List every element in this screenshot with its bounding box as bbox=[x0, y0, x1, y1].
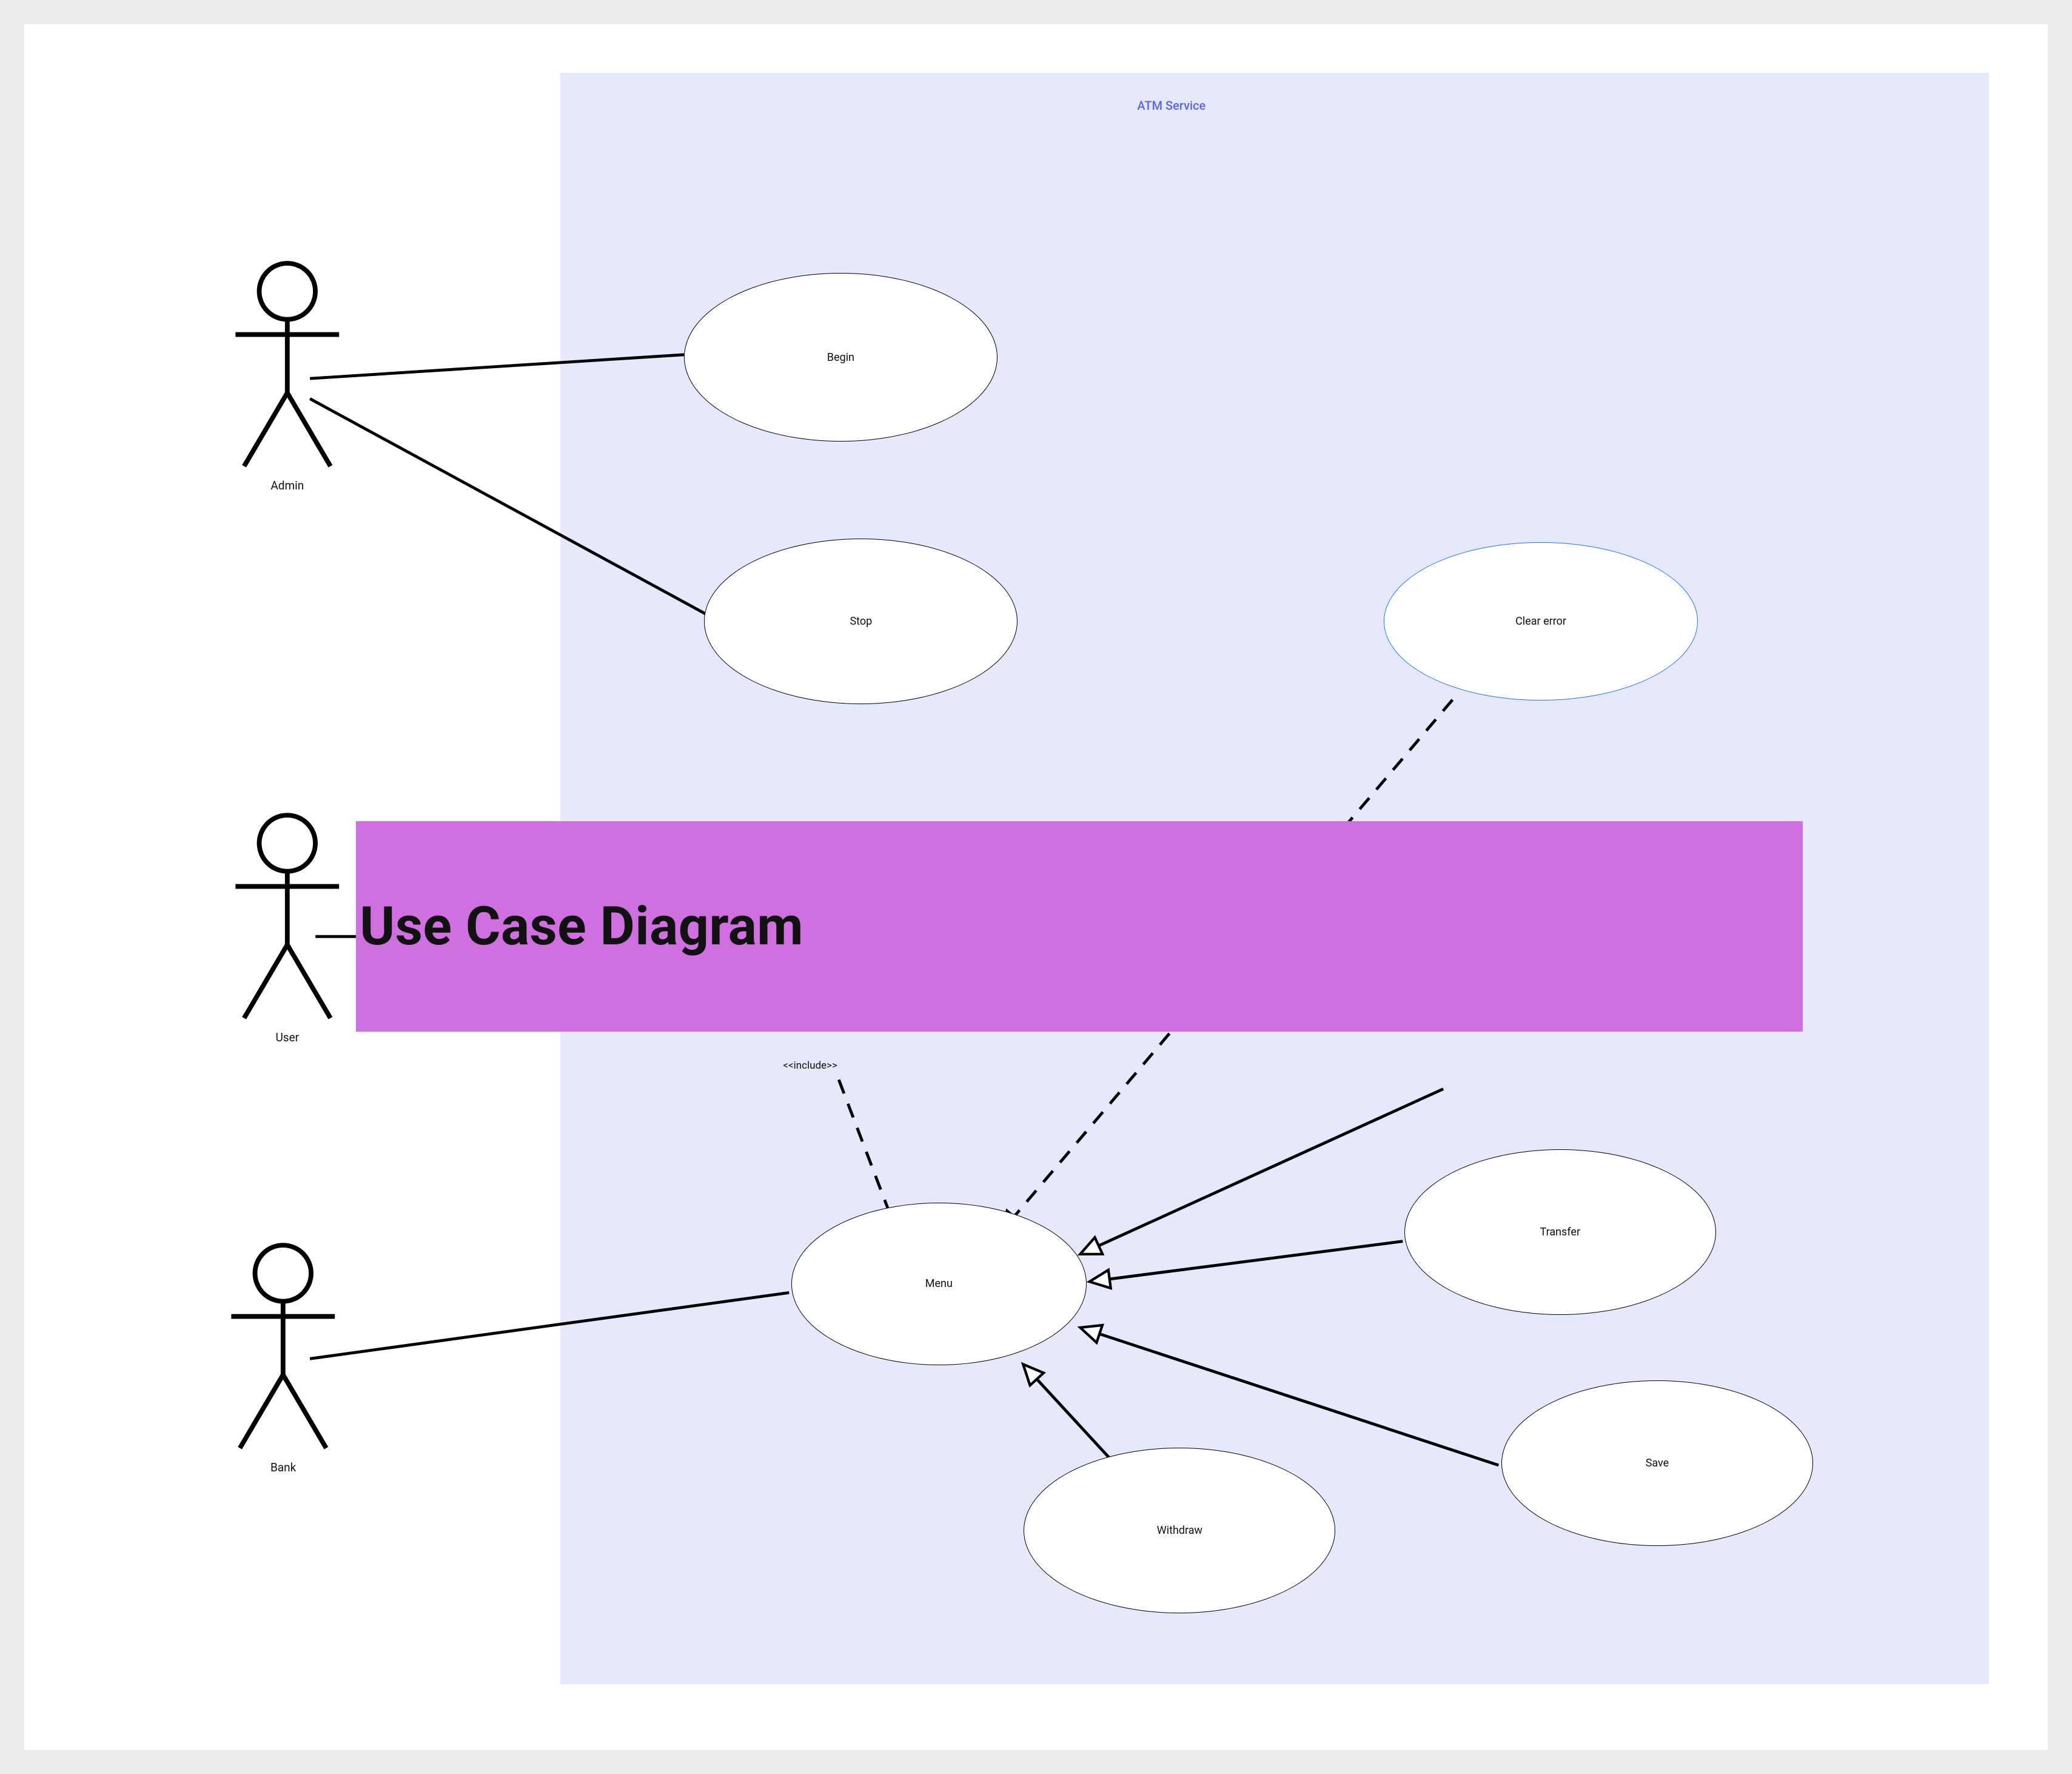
overlay-title-banner: Use Case Diagram bbox=[356, 821, 1803, 1032]
usecase-stop: Stop bbox=[704, 539, 1018, 704]
usecase-withdraw: Withdraw bbox=[1024, 1448, 1335, 1613]
diagram-canvas: ATM Service bbox=[24, 24, 2048, 1750]
usecase-save: Save bbox=[1501, 1380, 1813, 1546]
relation-include-label: <<include>> bbox=[783, 1060, 837, 1072]
actor-bank: Bank bbox=[218, 1241, 348, 1474]
usecase-begin: Begin bbox=[684, 273, 997, 442]
usecase-menu: Menu bbox=[791, 1203, 1087, 1365]
usecase-clear-error: Clear error bbox=[1384, 542, 1697, 701]
actor-user-label: User bbox=[223, 1030, 352, 1044]
usecase-transfer: Transfer bbox=[1404, 1149, 1716, 1315]
system-title-label: ATM Service bbox=[1137, 98, 1205, 113]
actor-admin: Admin bbox=[223, 259, 352, 492]
actor-bank-label: Bank bbox=[218, 1460, 348, 1474]
page-frame: ATM Service bbox=[0, 0, 2072, 1774]
actor-admin-label: Admin bbox=[223, 479, 352, 492]
actor-user: User bbox=[223, 811, 352, 1044]
